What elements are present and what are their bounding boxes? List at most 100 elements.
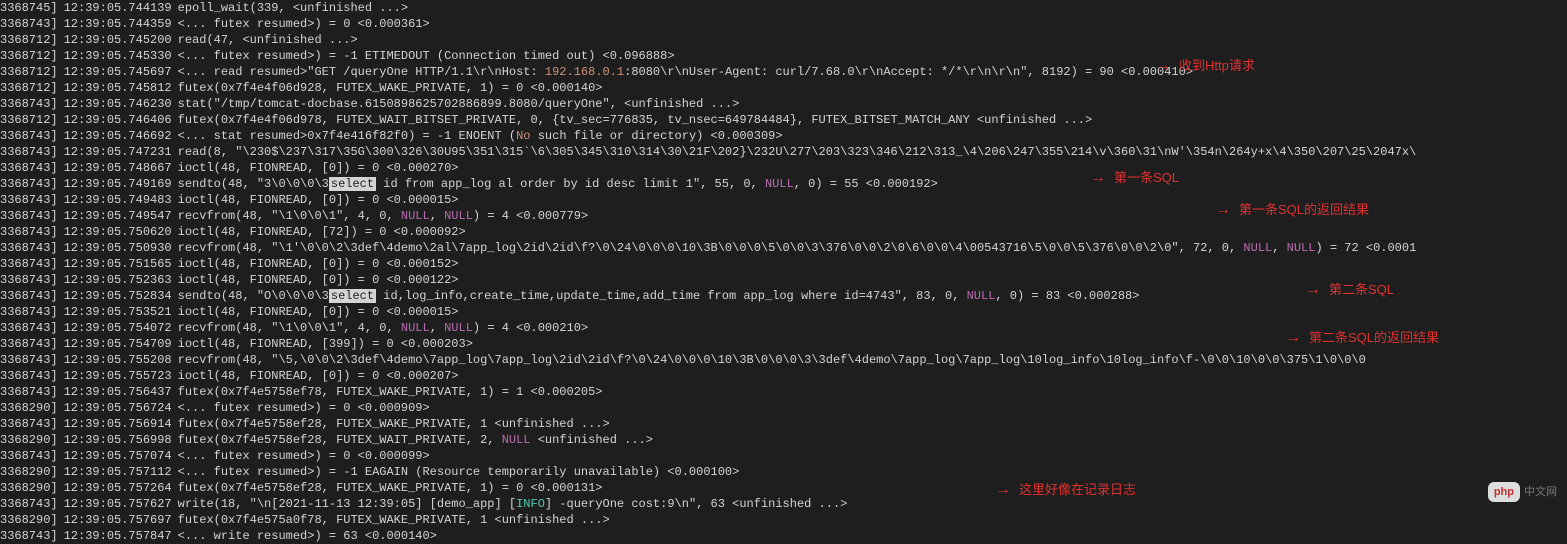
pid: 3368743] <box>0 144 58 160</box>
line-body: <... stat resumed>0x7f4e416f82f0) = -1 E… <box>178 128 783 144</box>
timestamp: 12:39:05.744139 <box>64 0 172 16</box>
timestamp: 12:39:05.756724 <box>64 400 172 416</box>
text-token: such file or directory) <0.000309> <box>531 129 783 143</box>
timestamp: 12:39:05.746230 <box>64 96 172 112</box>
annotation-label: 收到Http请求 <box>1179 58 1255 74</box>
hl-token: select <box>329 289 376 303</box>
line-body: <... futex resumed>) = 0 <0.000099> <box>178 448 430 464</box>
line-body: sendto(48, "3\0\0\0\3select id from app_… <box>178 176 938 192</box>
pid: 3368743] <box>0 352 58 368</box>
text-token: futex(0x7f4e5758ef78, FUTEX_WAKE_PRIVATE… <box>178 385 603 399</box>
kw-info-token: INFO <box>516 497 545 511</box>
pid: 3368743] <box>0 16 58 32</box>
timestamp: 12:39:05.748667 <box>64 160 172 176</box>
timestamp: 12:39:05.756437 <box>64 384 172 400</box>
pid: 3368743] <box>0 128 58 144</box>
text-token: :8080\r\nUser-Agent: curl/7.68.0\r\nAcce… <box>624 65 1193 79</box>
text-token: <... futex resumed>) = 0 <0.000099> <box>178 449 430 463</box>
terminal-line: 3368290]12:39:05.757112<... futex resume… <box>0 464 1567 480</box>
terminal-line: 3368712]12:39:05.746406futex(0x7f4e4f06d… <box>0 112 1567 128</box>
timestamp: 12:39:05.755208 <box>64 352 172 368</box>
text-token: id from app_log al order by id desc limi… <box>376 177 765 191</box>
text-token: <... futex resumed>) = -1 ETIMEDOUT (Con… <box>178 49 675 63</box>
terminal-line: 3368743]12:39:05.748667ioctl(48, FIONREA… <box>0 160 1567 176</box>
terminal-output: 3368745]12:39:05.744139epoll_wait(339, <… <box>0 0 1567 544</box>
terminal-line: 3368290]12:39:05.756998futex(0x7f4e5758e… <box>0 432 1567 448</box>
line-body: futex(0x7f4e5758ef78, FUTEX_WAKE_PRIVATE… <box>178 384 603 400</box>
pid: 3368290] <box>0 432 58 448</box>
pid: 3368743] <box>0 368 58 384</box>
terminal-line: 3368743]12:39:05.750930recvfrom(48, "\1'… <box>0 240 1567 256</box>
pid: 3368743] <box>0 320 58 336</box>
text-token: <... stat resumed>0x7f4e416f82f0) = -1 E… <box>178 129 516 143</box>
kw-null-token: NULL <box>444 321 473 335</box>
hl-token: select <box>329 177 376 191</box>
line-body: futex(0x7f4e4f06d928, FUTEX_WAKE_PRIVATE… <box>178 80 603 96</box>
arrow-icon: → <box>995 482 1011 498</box>
text-token: recvfrom(48, "\5,\0\0\2\3def\4demo\7app_… <box>178 353 1366 367</box>
terminal-line: 3368743] 12:39:05.744359 <... futex resume… <box>0 16 1567 32</box>
line-body: epoll_wait(339, <unfinished ...> <box>178 0 408 16</box>
line-body: futex(0x7f4e5758ef28, FUTEX_WAKE_PRIVATE… <box>178 416 610 432</box>
annotation-label: 第一条SQL <box>1114 170 1179 186</box>
text-token: futex(0x7f4e5758ef28, FUTEX_WAKE_PRIVATE… <box>178 417 610 431</box>
pid: 3368743] <box>0 272 58 288</box>
pid: 3368290] <box>0 400 58 416</box>
timestamp: 12:39:05.745812 <box>64 80 172 96</box>
text-token: ioctl(48, FIONREAD, [0]) = 0 <0.000015> <box>178 305 459 319</box>
text-token: write(18, "\n[2021-11-13 12:39:05] [demo… <box>178 497 516 511</box>
pid: 3368743] <box>0 208 58 224</box>
text-token: ioctl(48, FIONREAD, [0]) = 0 <0.000152> <box>178 257 459 271</box>
timestamp: 12:39:05.754072 <box>64 320 172 336</box>
terminal-line: 3368290] 12:39:05.756724 <... futex resume… <box>0 400 1567 416</box>
timestamp: 12:39:05.745200 <box>64 32 172 48</box>
pid: 3368290] <box>0 512 58 528</box>
pid: 3368743] <box>0 256 58 272</box>
timestamp: 12:39:05.746692 <box>64 128 172 144</box>
line-body: futex(0x7f4e575a0f78, FUTEX_WAKE_PRIVATE… <box>178 512 610 528</box>
line-body: futex(0x7f4e5758ef28, FUTEX_WAKE_PRIVATE… <box>178 480 603 496</box>
text-token: ioctl(48, FIONREAD, [0]) = 0 <0.000122> <box>178 273 459 287</box>
annotation-label: 第二条SQL的返回结果 <box>1309 330 1439 346</box>
line-body: recvfrom(48, "\1\0\0\1", 4, 0, NULL, NUL… <box>178 320 589 336</box>
line-body: ioctl(48, FIONREAD, [0]) = 0 <0.000152> <box>178 256 459 272</box>
timestamp: 12:39:05.752363 <box>64 272 172 288</box>
line-body: ioctl(48, FIONREAD, [0]) = 0 <0.000122> <box>178 272 459 288</box>
line-body: ioctl(48, FIONREAD, [0]) = 0 <0.000270> <box>178 160 459 176</box>
line-body: futex(0x7f4e5758ef28, FUTEX_WAIT_PRIVATE… <box>178 432 653 448</box>
text-token: ioctl(48, FIONREAD, [0]) = 0 <0.000207> <box>178 369 459 383</box>
timestamp: 12:39:05.749483 <box>64 192 172 208</box>
pid: 3368743] <box>0 224 58 240</box>
pid: 3368290] <box>0 480 58 496</box>
line-body: <... futex resumed>) = 0 <0.000909> <box>178 400 430 416</box>
timestamp: 12:39:05.755723 <box>64 368 172 384</box>
terminal-line: 3368743]12:39:05.753521ioctl(48, FIONREA… <box>0 304 1567 320</box>
line-body: sendto(48, "O\0\0\0\3select id,log_info,… <box>178 288 1140 304</box>
pid: 3368743] <box>0 448 58 464</box>
pid: 3368743] <box>0 288 58 304</box>
annotation-label: 第一条SQL的返回结果 <box>1239 202 1369 218</box>
ip-token: No <box>516 129 530 143</box>
line-body: <... futex resumed>) = 0 <0.000361> <box>178 16 430 32</box>
pid: 3368743] <box>0 336 58 352</box>
terminal-line: 3368743] 12:39:05.755723 ioctl(48, FIONREA… <box>0 368 1567 384</box>
text-token: futex(0x7f4e5758ef28, FUTEX_WAIT_PRIVATE… <box>178 433 502 447</box>
timestamp: 12:39:05.749169 <box>64 176 172 192</box>
pid: 3368743] <box>0 192 58 208</box>
pid: 3368743] <box>0 384 58 400</box>
pid: 3368743] <box>0 416 58 432</box>
terminal-line: 3368745]12:39:05.744139epoll_wait(339, <… <box>0 0 1567 16</box>
timestamp: 12:39:05.744359 <box>64 16 172 32</box>
timestamp: 12:39:05.757264 <box>64 480 172 496</box>
kw-null-token: NULL <box>1287 241 1316 255</box>
terminal-line: 3368743]12:39:05.756914futex(0x7f4e5758e… <box>0 416 1567 432</box>
timestamp: 12:39:05.745697 <box>64 64 172 80</box>
timestamp: 12:39:05.757697 <box>64 512 172 528</box>
text-token: ioctl(48, FIONREAD, [0]) = 0 <0.000015> <box>178 193 459 207</box>
arrow-icon: → <box>1285 330 1301 346</box>
terminal-line: 3368712]12:39:05.745200read(47, <unfinis… <box>0 32 1567 48</box>
text-token: ioctl(48, FIONREAD, [72]) = 0 <0.000092> <box>178 225 466 239</box>
timestamp: 12:39:05.747231 <box>64 144 172 160</box>
terminal-line: 3368743]12:39:05.749169sendto(48, "3\0\0… <box>0 176 1567 192</box>
timestamp: 12:39:05.745330 <box>64 48 172 64</box>
